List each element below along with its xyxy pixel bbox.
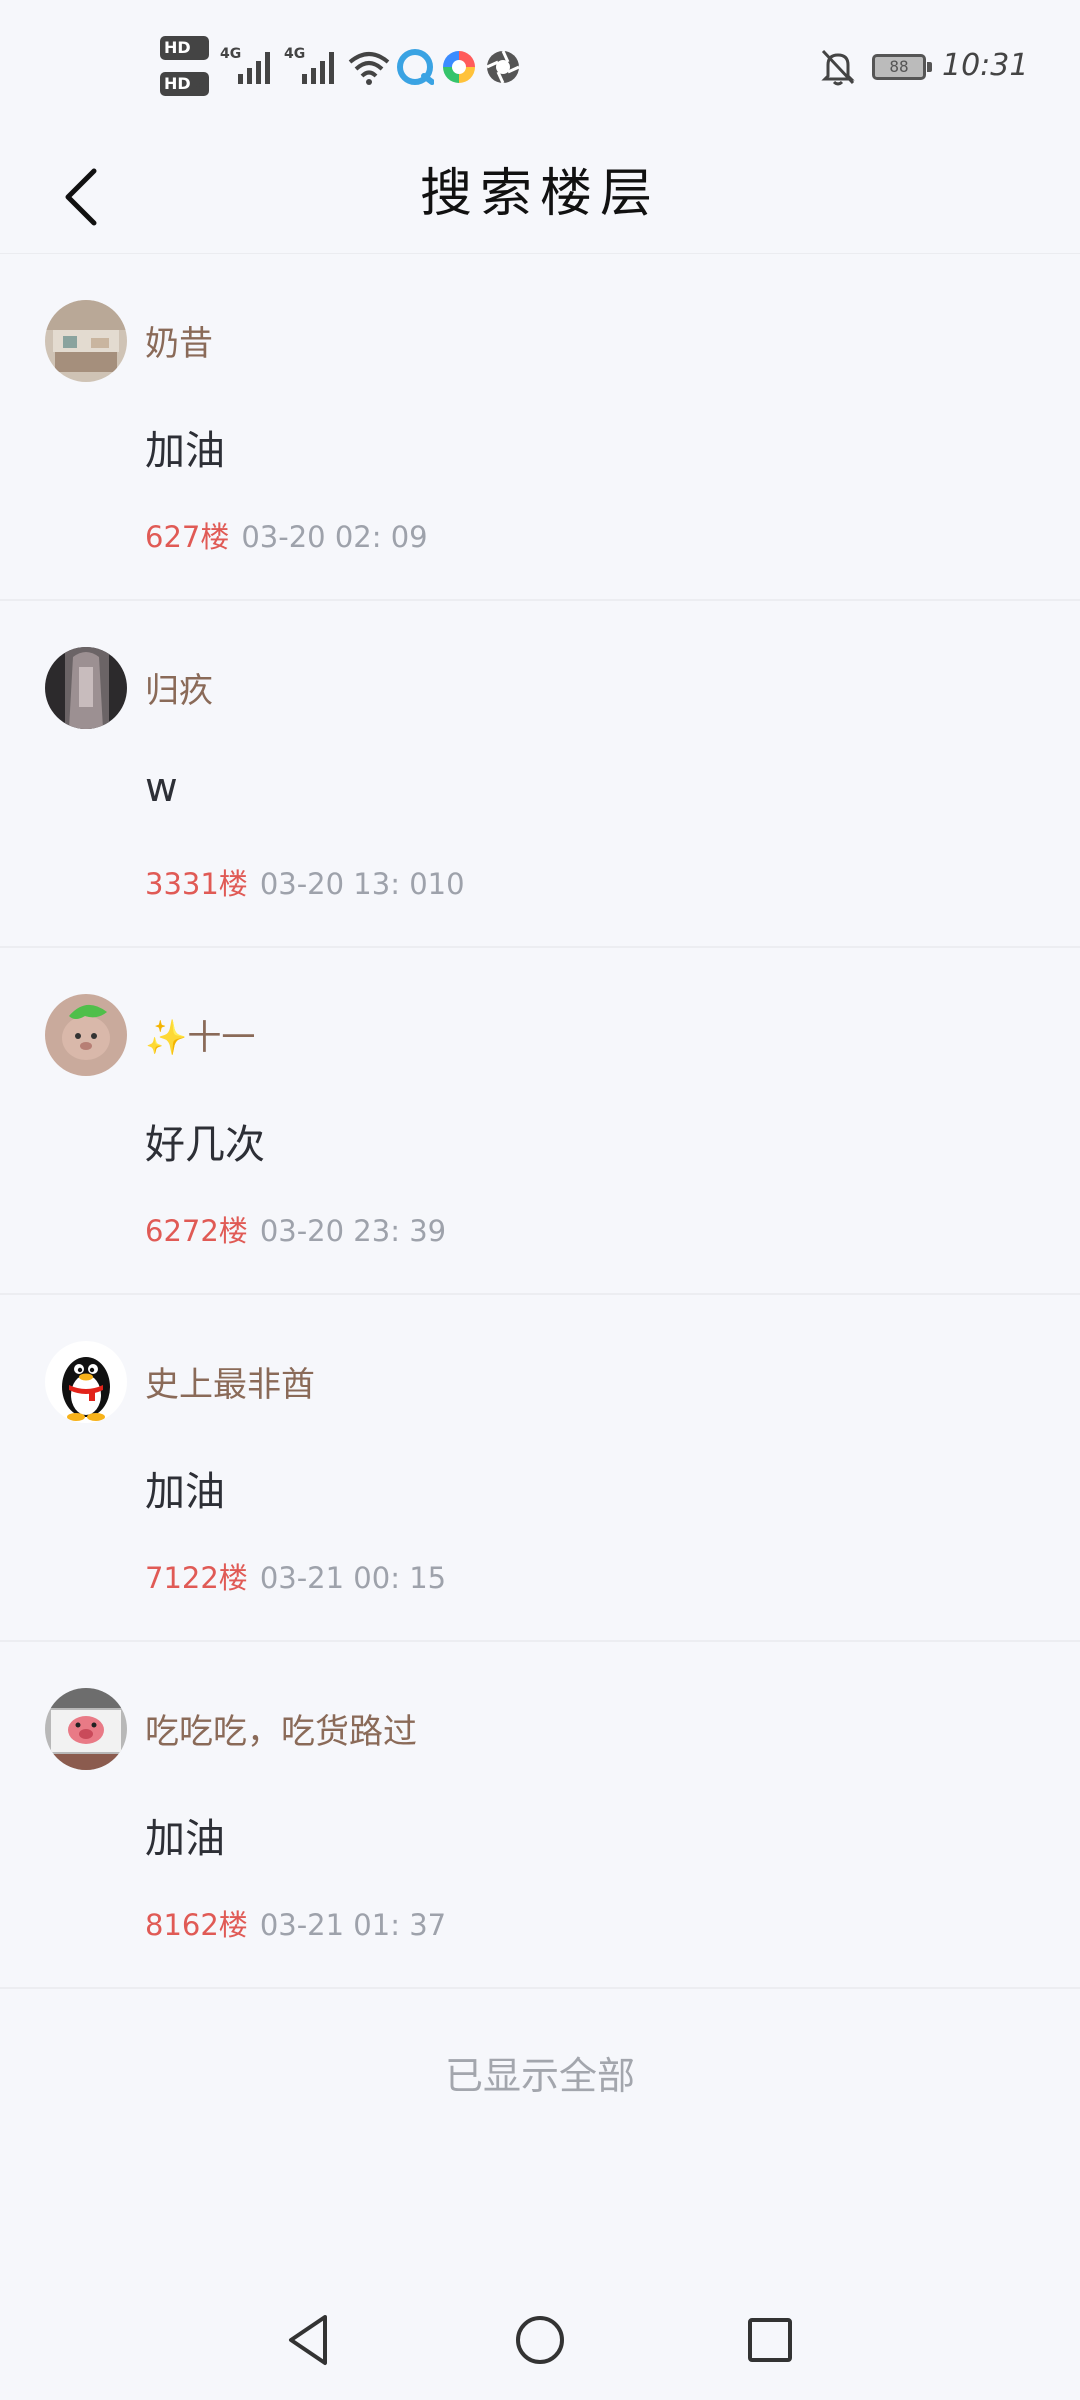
page-title: 搜索楼层 — [419, 164, 660, 224]
post-content: 加油 — [145, 428, 225, 474]
header: 搜索楼层 — [0, 135, 1080, 254]
avatar[interactable] — [45, 1341, 127, 1423]
app-icon — [440, 48, 478, 86]
floor-number: 8162楼 — [145, 1908, 248, 1942]
back-button[interactable] — [30, 147, 130, 247]
nav-home-button[interactable] — [500, 2300, 580, 2380]
nav-back-button[interactable] — [268, 2300, 348, 2380]
floor-list: 奶昔 加油 627楼 03-20 02: 09 归疚 w 3331楼 03-20 1… — [0, 254, 1080, 1989]
signal-2-icon: 4G — [284, 44, 342, 90]
svg-text:4G: 4G — [284, 46, 305, 62]
status-bar: HD 1 HD 2 4G 4G 88 10:31 — [0, 0, 1080, 135]
post-time: 03-20 23: 39 — [259, 1214, 447, 1248]
post-time: 03-21 00: 15 — [259, 1561, 447, 1595]
post-content: 加油 — [145, 1816, 225, 1862]
recents-square-icon — [748, 2318, 792, 2362]
browser-icon — [396, 48, 435, 86]
signal-1-icon: 4G — [220, 44, 278, 90]
bell-off-icon — [820, 48, 856, 86]
wifi-icon — [348, 48, 390, 86]
floor-item[interactable]: 归疚 w 3331楼 03-20 13: 010 — [0, 601, 1080, 948]
avatar[interactable] — [45, 994, 127, 1076]
home-circle-icon — [516, 2316, 564, 2364]
post-time: 03-20 13: 010 — [259, 867, 465, 901]
floor-item[interactable]: 吃吃吃，吃货路过 加油 8162楼 03-21 01: 37 — [0, 1642, 1080, 1989]
camera-app-icon — [484, 48, 522, 86]
username[interactable]: ✨十一 — [145, 1010, 255, 1059]
end-of-list-text: 已显示全部 — [444, 2054, 635, 2098]
floor-number: 6272楼 — [145, 1214, 248, 1248]
post-content: 好几次 — [145, 1122, 265, 1168]
floor-item[interactable]: 奶昔 加油 627楼 03-20 02: 09 — [0, 254, 1080, 601]
post-meta: 6272楼 03-20 23: 39 — [145, 1208, 446, 1250]
post-meta: 3331楼 03-20 13: 010 — [145, 861, 465, 903]
floor-number: 3331楼 — [145, 867, 248, 901]
status-time: 10:31 — [942, 48, 1029, 83]
post-meta: 627楼 03-20 02: 09 — [145, 514, 428, 556]
back-triangle-icon — [289, 2315, 327, 2365]
floor-item[interactable]: 史上最非酋 加油 7122楼 03-21 00: 15 — [0, 1295, 1080, 1642]
hd-2-badge: HD 2 — [160, 72, 210, 96]
chevron-left-icon — [65, 168, 97, 226]
post-meta: 7122楼 03-21 00: 15 — [145, 1555, 446, 1597]
post-time: 03-21 01: 37 — [259, 1908, 447, 1942]
post-meta: 8162楼 03-21 01: 37 — [145, 1902, 446, 1944]
avatar[interactable] — [45, 300, 127, 382]
avatar[interactable] — [45, 647, 127, 729]
post-content: 加油 — [145, 1469, 225, 1515]
floor-item[interactable]: ✨十一 好几次 6272楼 03-20 23: 39 — [0, 948, 1080, 1295]
svg-text:4G: 4G — [220, 46, 241, 62]
username[interactable]: 归疚 — [145, 663, 213, 712]
floor-number: 627楼 — [145, 520, 230, 554]
nav-recents-button[interactable] — [730, 2300, 810, 2380]
floor-number: 7122楼 — [145, 1561, 248, 1595]
hd-1-badge: HD 1 — [160, 36, 210, 60]
battery-level: 88 — [889, 57, 909, 76]
system-nav-bar — [0, 2280, 1080, 2400]
hd-indicator: HD 1 HD 2 — [160, 36, 212, 100]
username[interactable]: 吃吃吃，吃货路过 — [145, 1704, 417, 1753]
post-time: 03-20 02: 09 — [241, 520, 428, 554]
avatar[interactable] — [45, 1688, 127, 1770]
username[interactable]: 史上最非酋 — [145, 1357, 315, 1406]
battery-icon: 88 — [872, 54, 932, 80]
post-content: w — [145, 765, 178, 811]
username[interactable]: 奶昔 — [145, 316, 213, 365]
